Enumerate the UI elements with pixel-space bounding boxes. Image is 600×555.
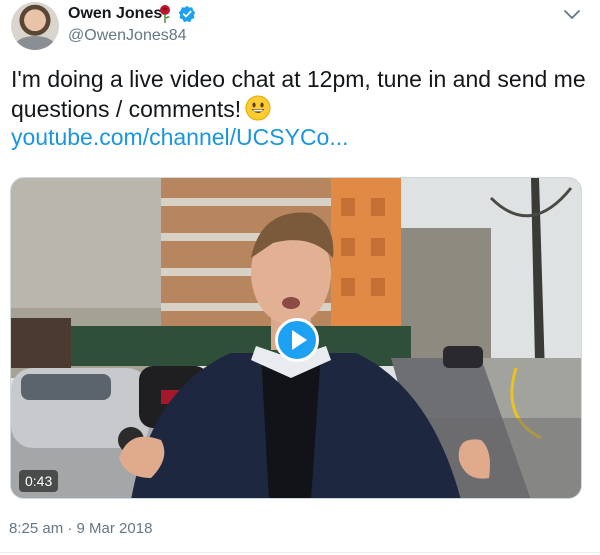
play-icon [292, 330, 307, 350]
verified-badge-icon [178, 5, 196, 23]
tweet-timestamp[interactable]: 8:25 am · 9 Mar 2018 [9, 520, 152, 537]
youtube-link[interactable]: youtube.com/channel/UCSYCo... [11, 122, 349, 152]
tweet-card: Owen Jones @OwenJones84 I'm doing a live… [0, 0, 600, 555]
author-handle[interactable]: @OwenJones84 [68, 27, 187, 45]
avatar[interactable] [11, 2, 59, 50]
video-player[interactable]: 0:43 [10, 177, 582, 499]
rose-icon [160, 5, 170, 23]
divider [0, 552, 600, 553]
play-button[interactable] [275, 318, 319, 362]
tweet-text-content: I'm doing a live video chat at 12pm, tun… [11, 66, 586, 122]
author-name[interactable]: Owen Jones [68, 5, 162, 23]
tweet-text: I'm doing a live video chat at 12pm, tun… [11, 64, 591, 124]
video-duration: 0:43 [19, 470, 59, 492]
grinning-face-icon [245, 95, 271, 121]
chevron-down-icon[interactable] [560, 4, 584, 24]
